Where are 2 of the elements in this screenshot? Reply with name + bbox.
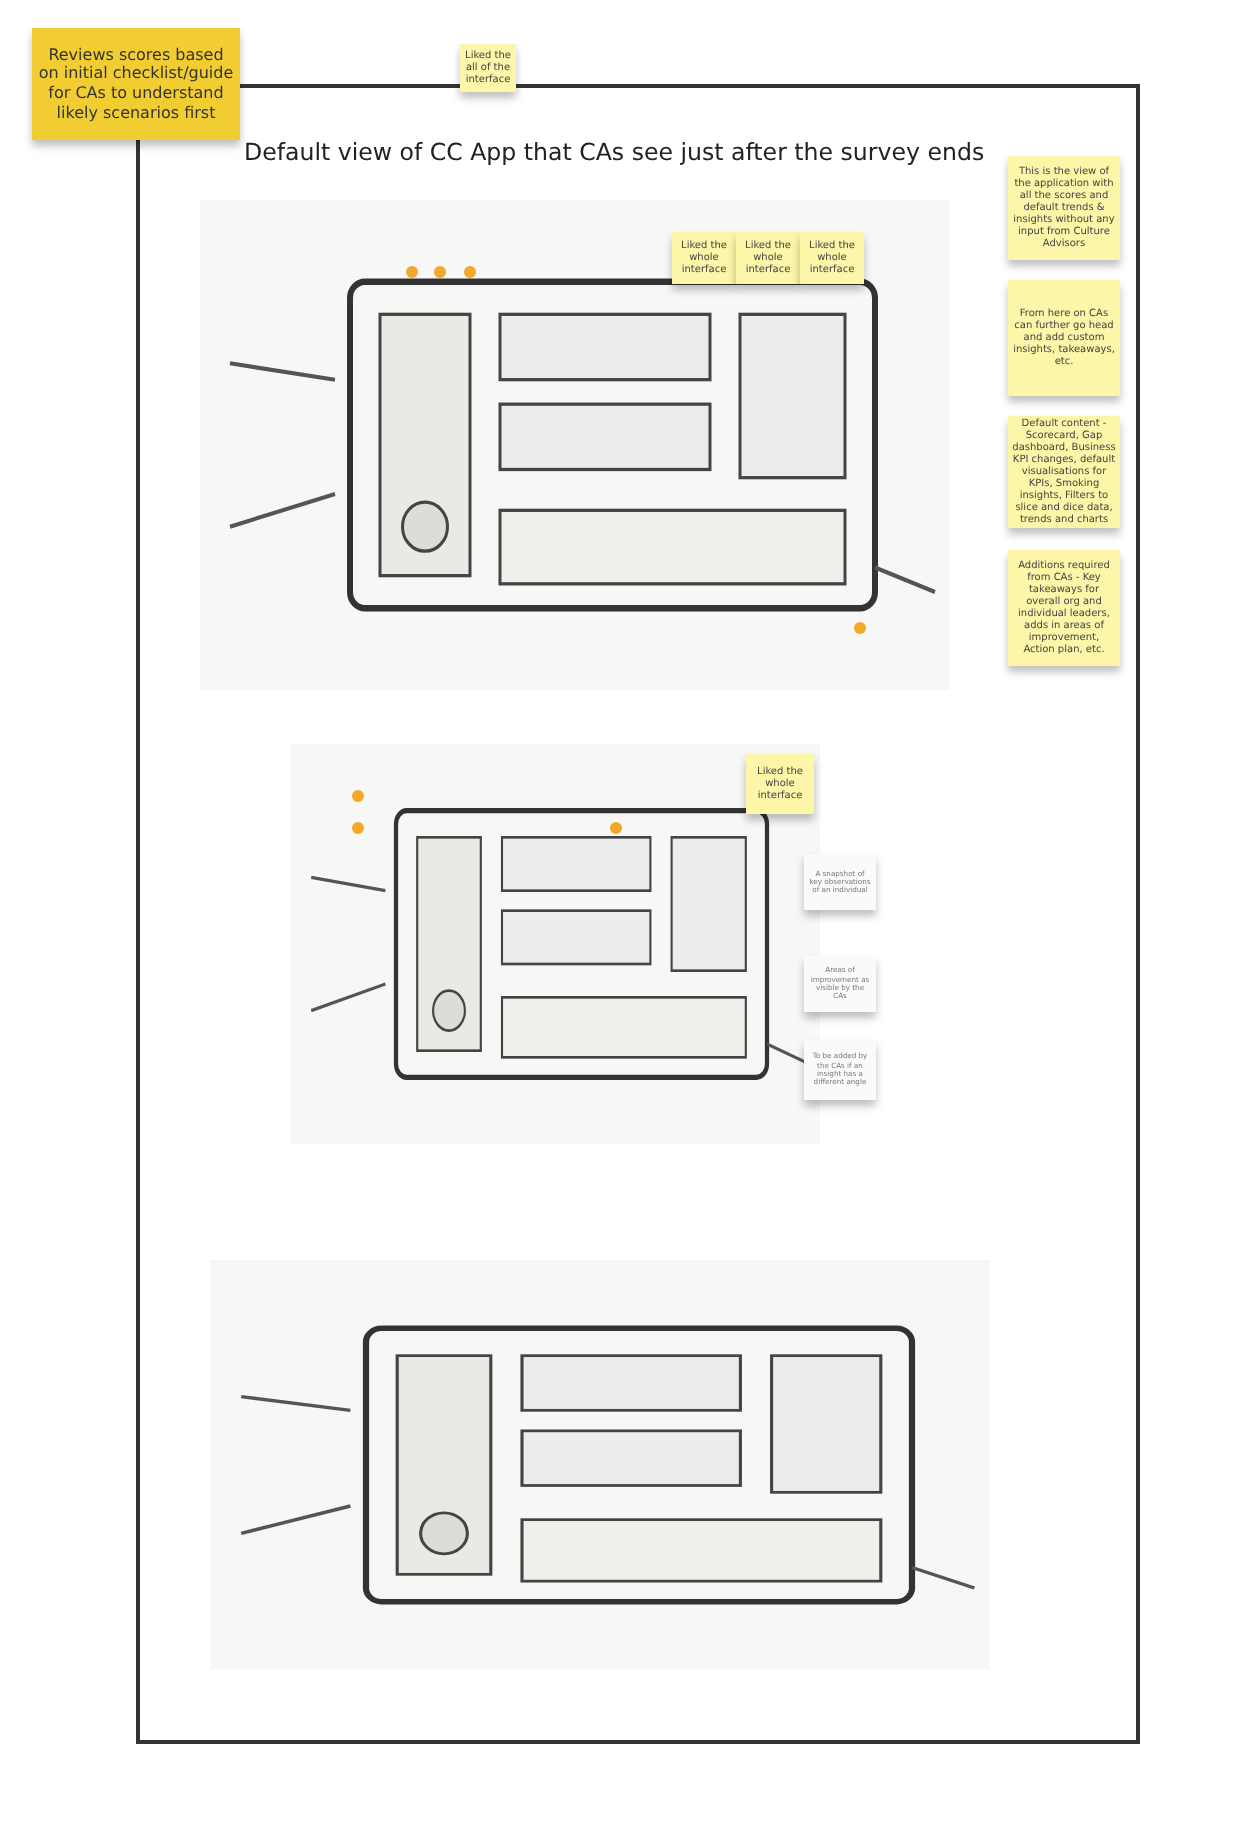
frame-title: Default view of CC App that CAs see just after the survey ends: [244, 136, 985, 170]
sticky-note: Reviews scores based on initial checklist/guide for CAs to understand likely scenarios first: [32, 28, 240, 140]
